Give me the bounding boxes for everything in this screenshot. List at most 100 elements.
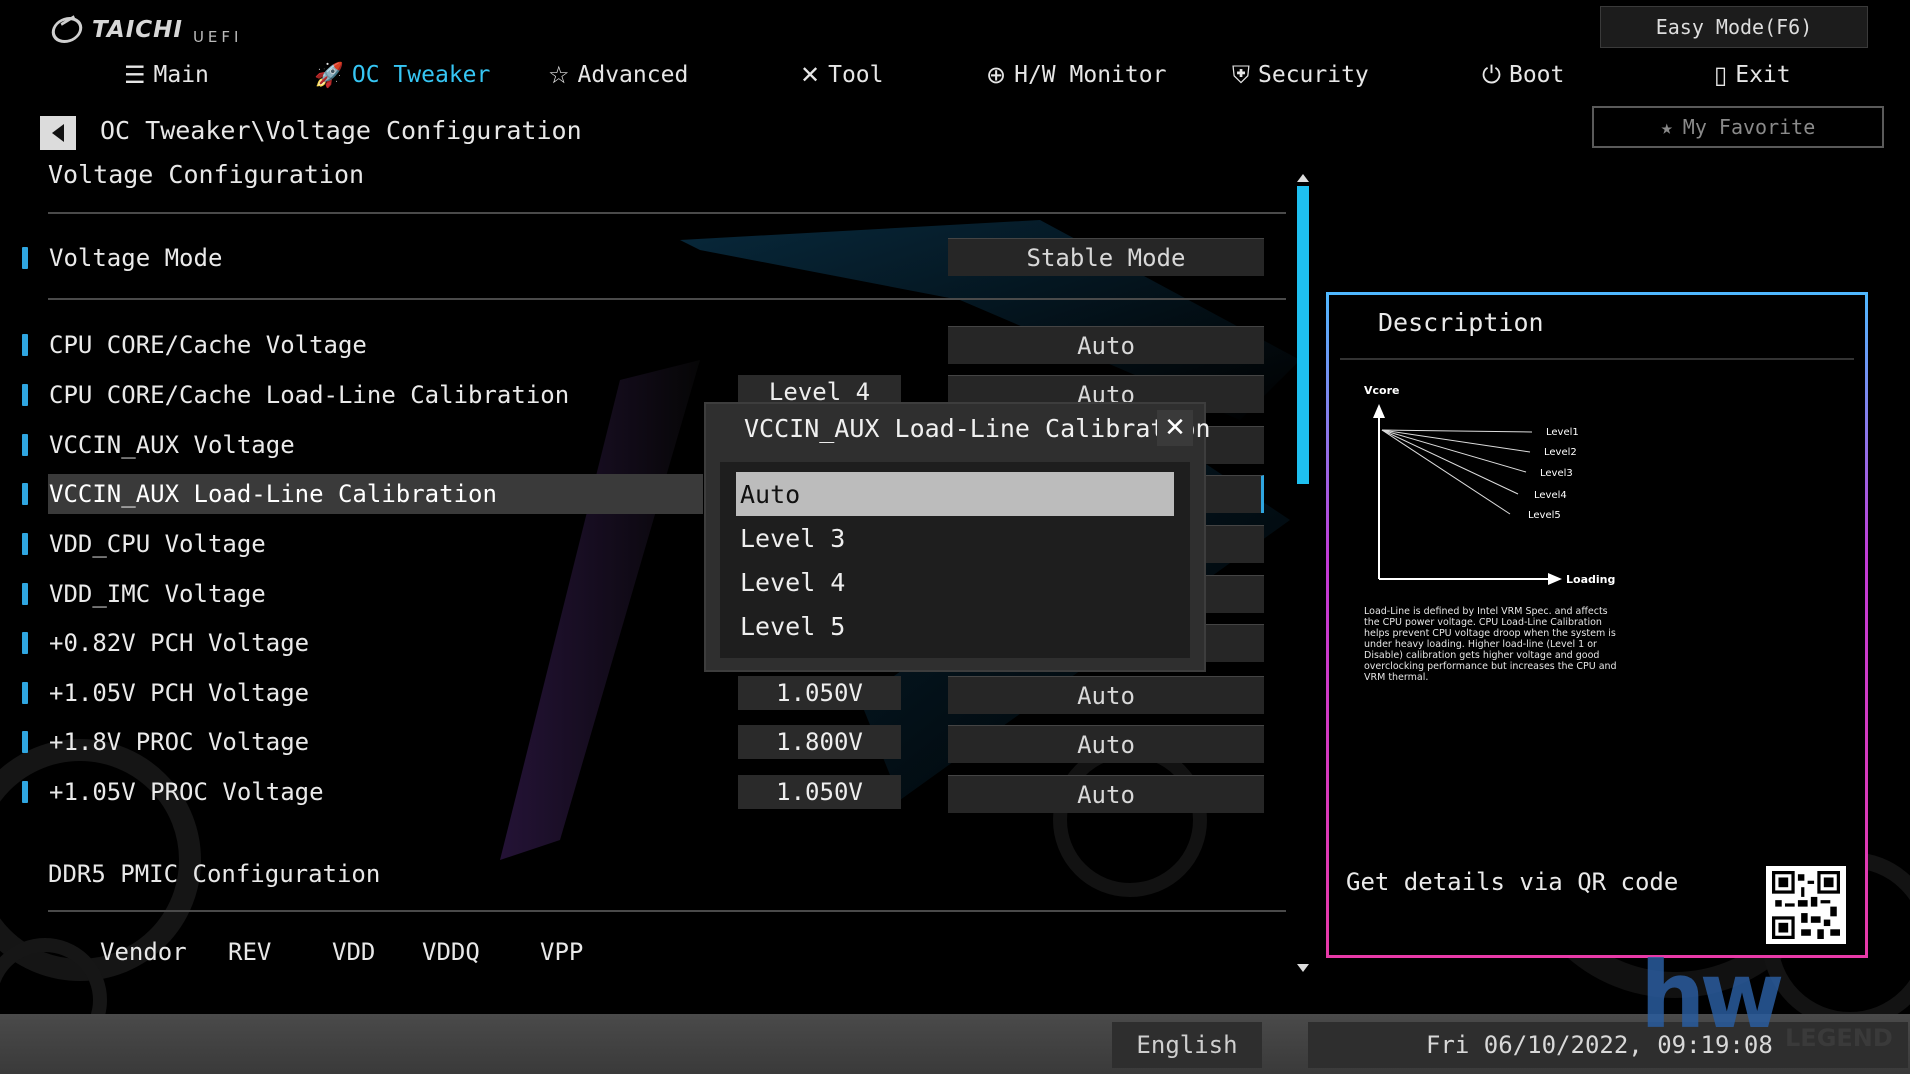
row-marker	[22, 731, 28, 753]
row-marker	[22, 682, 28, 704]
row-label: VDD_IMC Voltage	[49, 580, 266, 608]
setting-row-18v-proc-voltage[interactable]: +1.8V PROC Voltage 1.800V Auto	[0, 722, 1290, 763]
tab-label: Advanced	[577, 62, 689, 88]
level-line	[1381, 429, 1533, 433]
level-label: Level2	[1544, 447, 1577, 458]
exit-door-icon: ▯	[1714, 61, 1728, 89]
level-label: Level5	[1528, 510, 1561, 521]
diagram-x-label: Loading	[1566, 573, 1615, 586]
row-marker	[22, 384, 28, 406]
language-button[interactable]: English	[1112, 1022, 1262, 1068]
current-value: 1.050V	[738, 676, 901, 710]
tab-oc-tweaker[interactable]: 🚀 OC Tweaker	[314, 58, 490, 92]
row-label: CPU CORE/Cache Load-Line Calibration	[49, 381, 570, 409]
level-label: Level4	[1534, 490, 1567, 501]
list-icon: ☰	[124, 61, 146, 89]
pmic-column-vpp: VPP	[540, 938, 584, 966]
row-label: +1.05V PCH Voltage	[49, 679, 310, 707]
option-level-3[interactable]: Level 3	[720, 516, 1190, 560]
level-label: Level1	[1546, 427, 1579, 438]
row-label: VCCIN_AUX Voltage	[49, 431, 295, 459]
row-marker	[22, 247, 28, 269]
option-auto[interactable]: Auto	[736, 472, 1174, 516]
tab-boot[interactable]: ⏻ Boot	[1482, 58, 1564, 92]
row-marker	[22, 434, 28, 456]
setting-row-cpu-core-voltage[interactable]: CPU CORE/Cache Voltage Auto	[0, 325, 1290, 365]
row-label: Voltage Mode	[49, 244, 223, 272]
popup-option-list: Auto Level 3 Level 4 Level 5	[720, 462, 1190, 658]
my-favorite-label: My Favorite	[1682, 115, 1816, 139]
qr-code-icon	[1766, 866, 1846, 944]
brand-sub: UEFI	[192, 28, 243, 46]
tab-label: H/W Monitor	[1014, 62, 1167, 88]
row-label: +1.05V PROC Voltage	[49, 778, 324, 806]
row-marker	[22, 334, 28, 356]
taichi-logo: TAICHI UEFI	[49, 14, 243, 46]
my-favorite-button[interactable]: ★ My Favorite	[1592, 106, 1884, 148]
watermark-sub: LEGEND	[1785, 1024, 1893, 1052]
level-line	[1381, 429, 1527, 473]
option-level-4[interactable]: Level 4	[720, 560, 1190, 604]
row-marker	[22, 483, 28, 505]
setting-value[interactable]: Auto	[948, 775, 1264, 813]
row-marker	[22, 533, 28, 555]
tab-advanced[interactable]: ☆ Advanced	[548, 58, 688, 92]
monitor-target-icon: ⊕	[986, 61, 1007, 89]
divider	[1340, 358, 1854, 360]
description-text: Load-Line is defined by Intel VRM Spec. …	[1364, 606, 1617, 683]
pmic-column-vdd: VDD	[332, 938, 376, 966]
close-icon[interactable]: ✕	[1157, 410, 1193, 446]
voltage-mode-value[interactable]: Stable Mode	[948, 238, 1264, 276]
back-button[interactable]	[40, 116, 76, 150]
pmic-column-vendor: Vendor	[100, 938, 187, 966]
option-level-5[interactable]: Level 5	[720, 604, 1190, 648]
taichi-logo-icon	[49, 17, 85, 43]
pmic-column-vddq: VDDQ	[422, 938, 480, 966]
level-line	[1381, 429, 1511, 515]
watermark-logo: hw	[1640, 942, 1784, 1049]
description-title: Description	[1378, 308, 1544, 337]
voltage-mode-row[interactable]: Voltage Mode Stable Mode	[0, 238, 1290, 278]
setting-value[interactable]: Auto	[948, 676, 1264, 714]
setting-value[interactable]: Auto	[948, 725, 1264, 763]
current-value: 1.050V	[738, 775, 901, 809]
breadcrumb: OC Tweaker\Voltage Configuration	[100, 116, 582, 145]
setting-row-105v-pch-voltage[interactable]: +1.05V PCH Voltage 1.050V Auto	[0, 673, 1290, 714]
qr-label: Get details via QR code	[1346, 868, 1679, 896]
divider	[48, 910, 1286, 912]
tab-label: Tool	[828, 62, 884, 88]
row-label: +1.8V PROC Voltage	[49, 728, 310, 756]
section-title: Voltage Configuration	[48, 160, 365, 189]
brand-name: TAICHI	[92, 17, 183, 43]
setting-value[interactable]: Auto	[948, 326, 1264, 364]
up-arrow-icon	[1373, 404, 1385, 418]
diagram-y-label: Vcore	[1364, 384, 1399, 397]
scrollbar-thumb[interactable]	[1297, 186, 1309, 484]
right-arrow-icon	[1548, 573, 1562, 585]
pmic-section-title: DDR5 PMIC Configuration	[48, 860, 381, 888]
rocket-icon: 🚀	[314, 61, 344, 89]
tab-tool[interactable]: ✕ Tool	[800, 58, 884, 92]
row-label: VCCIN_AUX Load-Line Calibration	[49, 480, 497, 508]
level-line	[1381, 429, 1531, 453]
divider	[48, 298, 1286, 300]
tab-label: Exit	[1735, 62, 1791, 88]
level-label: Level3	[1540, 468, 1573, 479]
row-label: CPU CORE/Cache Voltage	[49, 331, 367, 359]
load-line-diagram: Vcore Loading Level1 Level2 Level3 Level…	[1364, 384, 1615, 586]
star-icon: ★	[1660, 115, 1673, 139]
popup-title: VCCIN_AUX Load-Line Calibration	[744, 414, 1211, 443]
tab-hw-monitor[interactable]: ⊕ H/W Monitor	[986, 58, 1166, 92]
row-label: +0.82V PCH Voltage	[49, 629, 310, 657]
tab-exit[interactable]: ▯ Exit	[1714, 58, 1791, 92]
level-line	[1381, 429, 1519, 495]
current-value: 1.800V	[738, 725, 901, 759]
tab-security[interactable]: ⛨ Security	[1232, 58, 1369, 92]
tab-main[interactable]: ☰ Main	[124, 58, 209, 92]
power-icon: ⏻	[1482, 61, 1501, 89]
row-marker	[22, 781, 28, 803]
pmic-column-rev: REV	[228, 938, 272, 966]
star-advanced-icon: ☆	[548, 61, 570, 89]
easy-mode-button[interactable]: Easy Mode(F6)	[1600, 6, 1868, 48]
setting-row-105v-proc-voltage[interactable]: +1.05V PROC Voltage 1.050V Auto	[0, 772, 1290, 813]
